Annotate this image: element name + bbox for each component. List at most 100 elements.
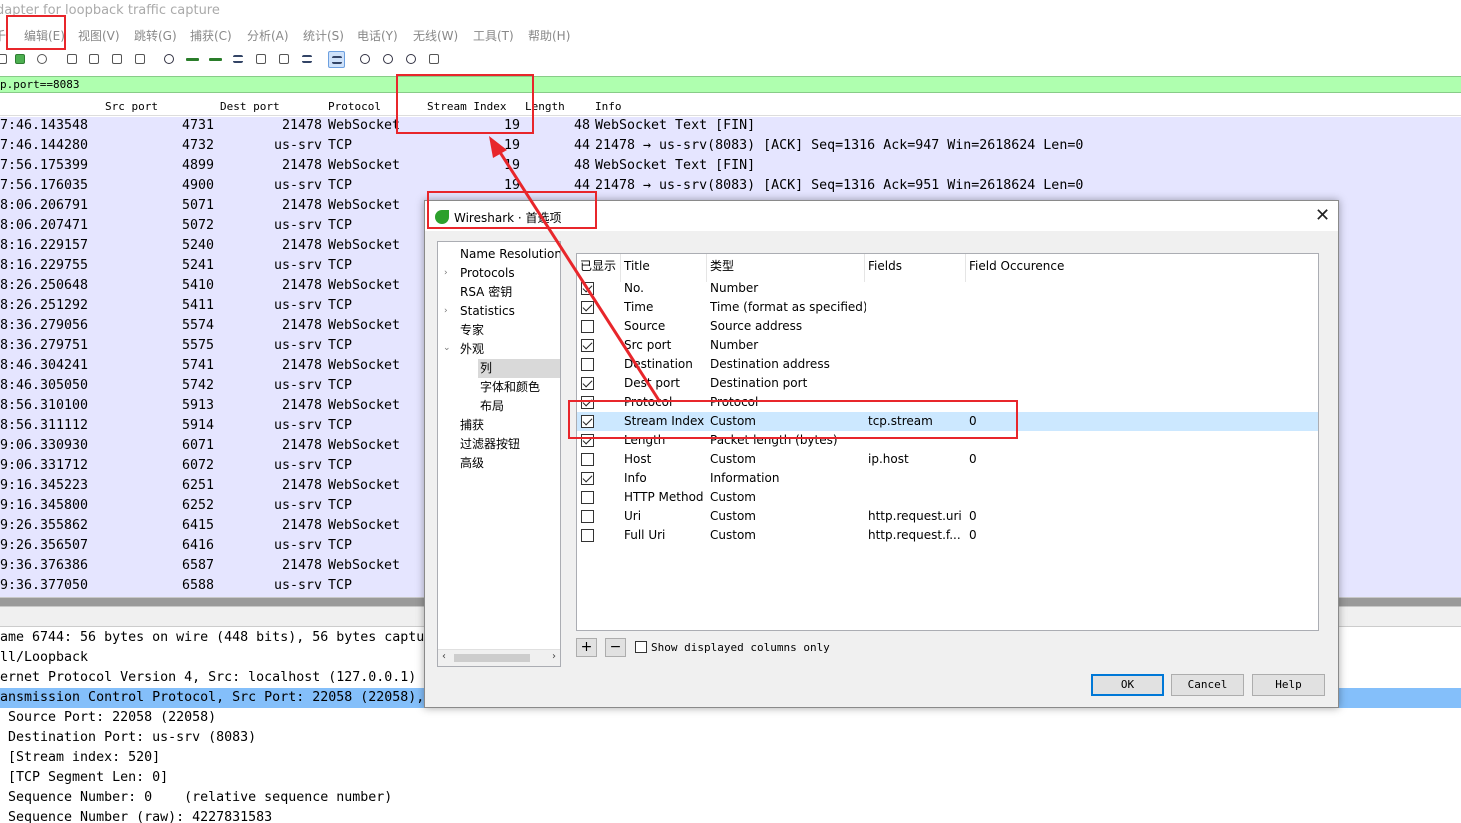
column-header[interactable]: Stream Index <box>427 100 506 113</box>
go-forward-icon[interactable] <box>207 51 224 68</box>
zoom-in-icon[interactable] <box>357 51 374 68</box>
column-header[interactable]: Protocol <box>328 100 381 113</box>
restart-capture-icon[interactable] <box>12 51 29 68</box>
column-header[interactable]: Dest port <box>220 100 280 113</box>
resize-columns-icon[interactable] <box>426 51 443 68</box>
column-row[interactable]: Dest port Destination port <box>577 374 1318 393</box>
header-field-occurence[interactable]: Field Occurence <box>966 254 1318 282</box>
tree-scrollbar[interactable]: ‹ › <box>438 649 560 666</box>
tree-item-filter-buttons[interactable]: 过滤器按钮 <box>460 435 520 454</box>
menu-view[interactable]: 视图(V) <box>78 27 120 44</box>
column-row[interactable]: Full Uri Custom http.request.f... 0 <box>577 526 1318 545</box>
checkbox[interactable] <box>635 641 647 653</box>
displayed-checkbox[interactable] <box>581 282 594 295</box>
tree-item-layout[interactable]: 布局 <box>480 397 504 416</box>
reload-file-icon[interactable] <box>132 51 149 68</box>
menu-edit[interactable]: 编辑(E) <box>24 27 65 44</box>
displayed-checkbox[interactable] <box>581 491 594 504</box>
column-header[interactable]: Src port <box>105 100 158 113</box>
normal-size-icon[interactable] <box>403 51 420 68</box>
displayed-checkbox[interactable] <box>581 301 594 314</box>
displayed-checkbox[interactable] <box>581 453 594 466</box>
scrollbar-thumb[interactable] <box>454 654 530 662</box>
scroll-left-icon[interactable]: ‹ <box>442 651 446 662</box>
menu-help[interactable]: 帮助(H) <box>528 27 570 44</box>
menu-analyze[interactable]: 分析(A) <box>247 27 289 44</box>
chevron-right-icon[interactable]: › <box>444 306 448 316</box>
menu-telephony[interactable]: 电话(Y) <box>357 27 398 44</box>
menu-statistics[interactable]: 统计(S) <box>303 27 344 44</box>
autoscroll-icon[interactable] <box>299 51 316 68</box>
tree-item-capture[interactable]: 捕获 <box>460 416 484 435</box>
tree-item-appearance[interactable]: 外观 <box>460 340 484 359</box>
packet-row[interactable]: 7:46.143548 4731 21478 WebSocket 19 48 WebSock… <box>0 117 1461 137</box>
displayed-checkbox[interactable] <box>581 510 594 523</box>
menu-tools[interactable]: 工具(T) <box>473 27 514 44</box>
detail-line[interactable]: Sequence Number: 0 (relative sequence nu… <box>0 788 1461 808</box>
column-header[interactable]: Length <box>525 100 565 113</box>
displayed-checkbox[interactable] <box>581 396 594 409</box>
packet-row[interactable]: 7:46.144280 4732 us-srv TCP 19 44 21478 → us-s… <box>0 137 1461 157</box>
tree-item-rsa-keys[interactable]: RSA 密钥 <box>460 283 512 302</box>
show-displayed-only-checkbox[interactable]: Show displayed columns only <box>635 641 830 654</box>
go-to-packet-icon[interactable] <box>230 51 247 68</box>
column-row[interactable]: HTTP Method Custom <box>577 488 1318 507</box>
capture-options-icon[interactable] <box>34 51 51 68</box>
zoom-out-icon[interactable] <box>380 51 397 68</box>
column-row[interactable]: Protocol Protocol <box>577 393 1318 412</box>
column-row[interactable]: Destination Destination address <box>577 355 1318 374</box>
header-title[interactable]: Title <box>621 254 707 282</box>
stop-capture-icon[interactable] <box>0 51 11 68</box>
ok-button[interactable]: OK <box>1091 674 1164 696</box>
column-row[interactable]: Length Packet length (bytes) <box>577 431 1318 450</box>
chevron-right-icon[interactable]: › <box>444 268 448 278</box>
add-column-button[interactable]: + <box>576 638 597 657</box>
cancel-button[interactable]: Cancel <box>1171 674 1244 696</box>
header-fields[interactable]: Fields <box>865 254 966 282</box>
column-row[interactable]: Time Time (format as specified) <box>577 298 1318 317</box>
close-file-icon[interactable] <box>109 51 126 68</box>
display-filter-input[interactable]: p.port==8083 <box>0 76 1461 93</box>
scroll-right-icon[interactable]: › <box>552 651 556 662</box>
packet-row[interactable]: 7:56.175399 4899 21478 WebSocket 19 48 WebSock… <box>0 157 1461 177</box>
tree-item-statistics[interactable]: Statistics <box>460 302 515 321</box>
column-row[interactable]: Src port Number <box>577 336 1318 355</box>
displayed-checkbox[interactable] <box>581 339 594 352</box>
displayed-checkbox[interactable] <box>581 529 594 542</box>
open-file-icon[interactable] <box>64 51 81 68</box>
menu-wireless[interactable]: 无线(W) <box>413 27 458 44</box>
tree-item-protocols[interactable]: Protocols <box>460 264 515 283</box>
last-packet-icon[interactable] <box>276 51 293 68</box>
header-type[interactable]: 类型 <box>707 254 865 282</box>
save-file-icon[interactable] <box>86 51 103 68</box>
tree-item-expert[interactable]: 专家 <box>460 321 484 340</box>
column-row[interactable]: No. Number <box>577 279 1318 298</box>
remove-column-button[interactable]: − <box>605 638 626 657</box>
close-icon[interactable]: ✕ <box>1315 205 1330 226</box>
detail-line[interactable]: Destination Port: us-srv (8083) <box>0 728 1461 748</box>
chevron-down-icon[interactable]: ⌄ <box>443 343 451 353</box>
menu-go[interactable]: 跳转(G) <box>134 27 177 44</box>
menu-capture[interactable]: 捕获(C) <box>190 27 232 44</box>
detail-line[interactable]: [Stream index: 520] <box>0 748 1461 768</box>
displayed-checkbox[interactable] <box>581 358 594 371</box>
column-row[interactable]: Host Custom ip.host 0 <box>577 450 1318 469</box>
go-back-icon[interactable] <box>184 51 201 68</box>
displayed-checkbox[interactable] <box>581 472 594 485</box>
column-row[interactable]: Info Information <box>577 469 1318 488</box>
tree-item-font-colors[interactable]: 字体和颜色 <box>480 378 540 397</box>
column-row[interactable]: Uri Custom http.request.uri 0 <box>577 507 1318 526</box>
find-packet-icon[interactable] <box>161 51 178 68</box>
tree-item-columns[interactable]: 列 <box>478 359 560 378</box>
menu-file[interactable]: 千 <box>0 27 6 44</box>
colorize-icon[interactable] <box>328 51 345 68</box>
header-displayed[interactable]: 已显示 <box>577 254 621 282</box>
column-row[interactable]: Source Source address <box>577 317 1318 336</box>
displayed-checkbox[interactable] <box>581 434 594 447</box>
displayed-checkbox[interactable] <box>581 320 594 333</box>
displayed-checkbox[interactable] <box>581 415 594 428</box>
first-packet-icon[interactable] <box>253 51 270 68</box>
tree-item-name-resolution[interactable]: Name Resolution <box>460 245 560 264</box>
column-header[interactable]: Info <box>595 100 622 113</box>
help-button[interactable]: Help <box>1252 674 1325 696</box>
